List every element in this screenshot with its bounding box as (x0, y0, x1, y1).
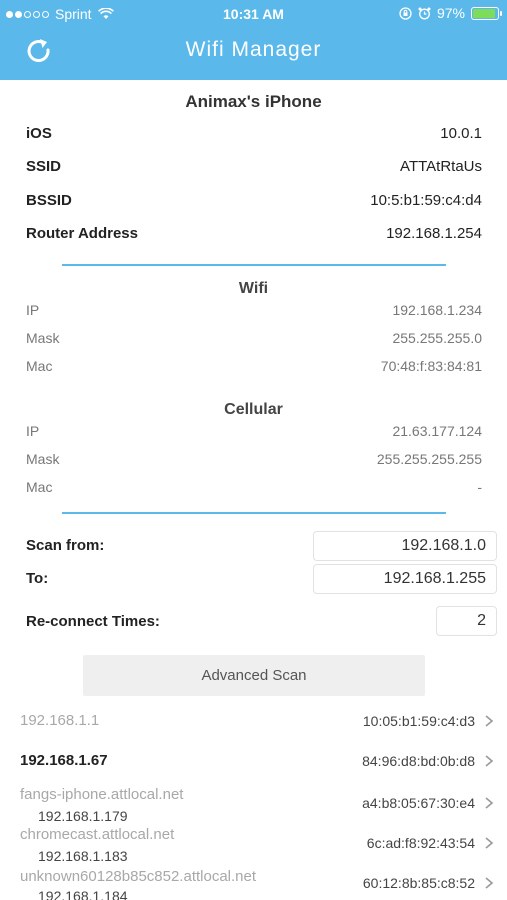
scan-to-label: To: (26, 570, 49, 587)
orientation-lock-icon (399, 6, 412, 20)
nav-title: Wifi Manager (185, 38, 322, 61)
cellular-label: Mask (26, 451, 60, 467)
wifi-value: 70:48:f:83:84:81 (380, 358, 482, 374)
device-ip: 192.168.1.184 (38, 888, 128, 900)
info-row-ios: iOS 10.0.1 (26, 122, 482, 144)
wifi-value: 192.168.1.234 (392, 302, 482, 318)
app-header: Sprint 10:31 AM 97% Wifi Manager (0, 0, 507, 80)
wifi-label: IP (26, 302, 40, 318)
wifi-row-mac: Mac 70:48:f:83:84:81 (26, 355, 482, 377)
scan-to-input[interactable]: 192.168.1.255 (313, 564, 497, 594)
chevron-right-icon (485, 715, 494, 727)
section-divider (62, 264, 446, 266)
device-mac: 10:05:b1:59:c4:d3 (362, 713, 475, 729)
info-value: ATTAtRtaUs (400, 157, 482, 175)
list-item[interactable]: 192.168.1.1 10:05:b1:59:c4:d3 (0, 710, 507, 736)
device-host: unknown60128b85c852.attlocal.net (20, 868, 257, 885)
list-item[interactable]: unknown60128b85c852.attlocal.net 192.168… (0, 866, 507, 900)
cellular-label: Mac (26, 479, 53, 495)
chevron-right-icon (485, 797, 494, 809)
cellular-label: IP (26, 423, 40, 439)
device-ip: 192.168.1.183 (38, 848, 128, 864)
cellular-section-title: Cellular (224, 401, 283, 418)
wifi-label: Mask (26, 330, 60, 346)
cellular-row-mac: Mac - (26, 476, 482, 498)
reconnect-input[interactable]: 2 (436, 606, 497, 636)
info-label: iOS (26, 124, 52, 142)
list-item[interactable]: fangs-iphone.attlocal.net 192.168.1.179 … (0, 786, 507, 826)
list-item[interactable]: 192.168.1.67 84:96:d8:bd:0b:d8 (0, 750, 507, 776)
device-name: Animax's iPhone (185, 92, 322, 111)
battery-fill (473, 8, 496, 18)
cellular-row-mask: Mask 255.255.255.255 (26, 448, 482, 470)
chevron-right-icon (485, 877, 494, 889)
info-row-bssid: BSSID 10:5:b1:59:c4:d4 (26, 189, 482, 211)
scan-from-label: Scan from: (26, 537, 105, 554)
info-value: 192.168.1.254 (386, 224, 482, 242)
info-row-ssid: SSID ATTAtRtaUs (26, 155, 482, 177)
wifi-row-mask: Mask 255.255.255.0 (26, 327, 482, 349)
info-label: BSSID (26, 191, 72, 209)
section-divider (62, 512, 446, 514)
advanced-scan-button[interactable]: Advanced Scan (83, 655, 425, 696)
device-host: chromecast.attlocal.net (20, 826, 175, 843)
chevron-right-icon (485, 755, 494, 767)
wifi-label: Mac (26, 358, 53, 374)
status-right-group: 97% (399, 5, 502, 21)
status-bar: Sprint 10:31 AM 97% (0, 0, 507, 28)
device-host: 192.168.1.67 (20, 752, 108, 769)
info-row-router: Router Address 192.168.1.254 (26, 222, 482, 244)
wifi-section-title: Wifi (238, 280, 269, 297)
battery-percentage: 97% (436, 5, 465, 21)
cellular-value: 21.63.177.124 (392, 423, 482, 439)
list-item[interactable]: chromecast.attlocal.net 192.168.1.183 6c… (0, 826, 507, 866)
info-value: 10:5:b1:59:c4:d4 (370, 191, 482, 209)
battery-icon (471, 6, 502, 20)
device-mac: a4:b8:05:67:30:e4 (362, 795, 475, 811)
device-host: fangs-iphone.attlocal.net (20, 786, 184, 803)
wifi-value: 255.255.255.0 (392, 330, 482, 346)
chevron-right-icon (485, 837, 494, 849)
info-value: 10.0.1 (440, 124, 482, 142)
info-label: Router Address (26, 224, 138, 242)
device-host: 192.168.1.1 (20, 712, 100, 729)
wifi-row-ip: IP 192.168.1.234 (26, 299, 482, 321)
cellular-value: - (477, 479, 482, 495)
reconnect-label: Re-connect Times: (26, 613, 160, 630)
device-mac: 84:96:d8:bd:0b:d8 (362, 753, 475, 769)
device-mac: 60:12:8b:85:c8:52 (362, 875, 475, 891)
info-label: SSID (26, 157, 62, 175)
cellular-row-ip: IP 21.63.177.124 (26, 420, 482, 442)
alarm-icon (418, 7, 431, 19)
device-mac: 6c:ad:f8:92:43:54 (366, 835, 475, 851)
scan-from-input[interactable]: 192.168.1.0 (313, 531, 497, 561)
device-ip: 192.168.1.179 (38, 808, 128, 824)
cellular-value: 255.255.255.255 (376, 451, 482, 467)
